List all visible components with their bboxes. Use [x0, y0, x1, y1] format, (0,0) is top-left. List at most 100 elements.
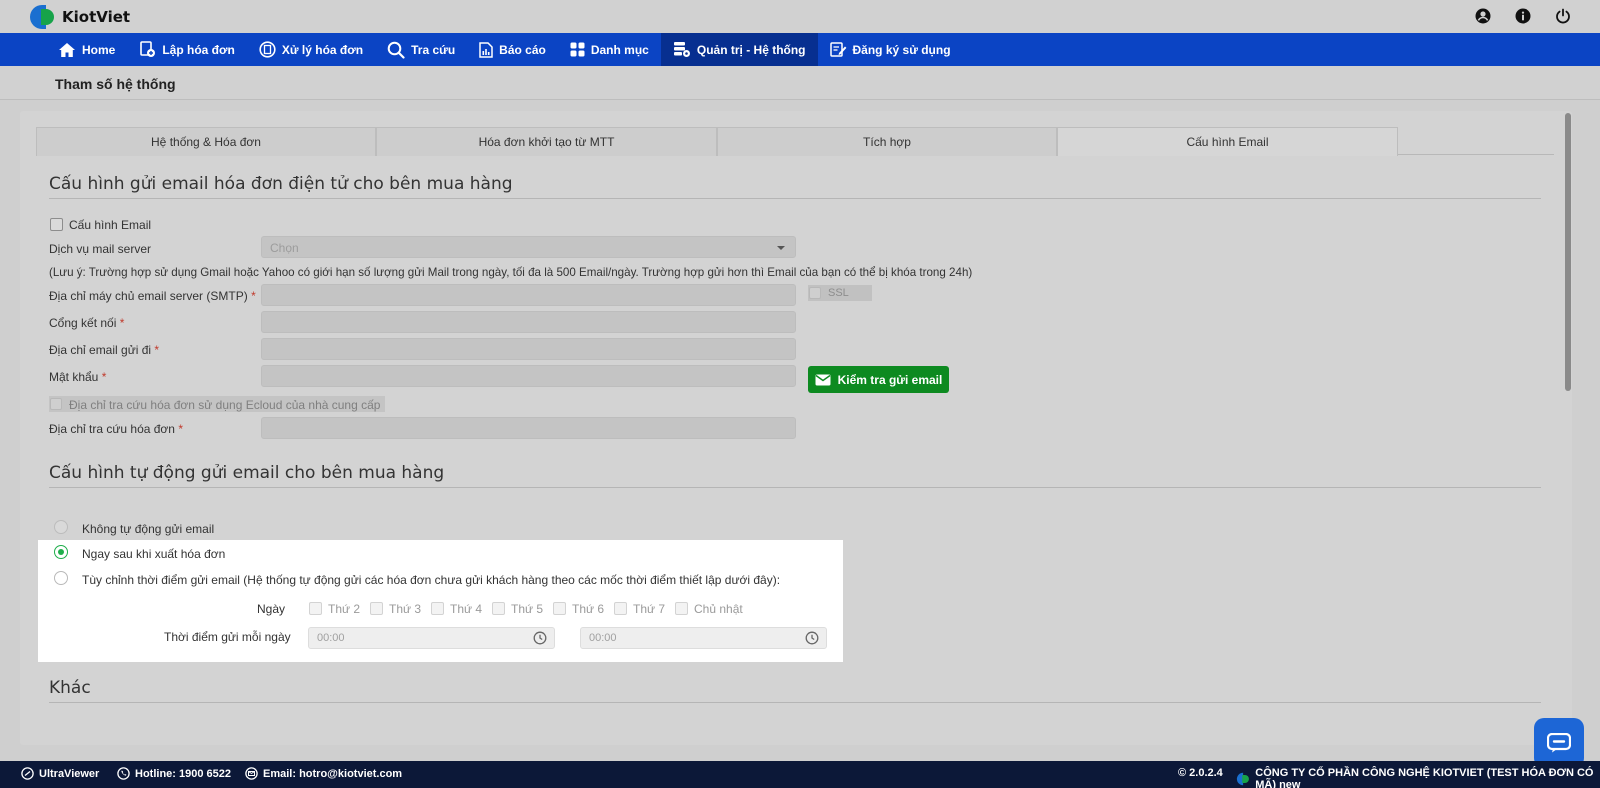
mail-limit-note: (Lưu ý: Trường hợp sử dụng Gmail hoặc Ya…: [49, 266, 973, 279]
day-checkbox-wed[interactable]: [431, 602, 444, 615]
page-title: Tham số hệ thống: [55, 76, 176, 92]
nav-lookup[interactable]: Tra cứu: [375, 33, 467, 66]
radio-send-after-issue-label: Ngay sau khi xuất hóa đơn: [82, 547, 226, 561]
time-picker-1-placeholder: 00:00: [317, 632, 345, 644]
password-input[interactable]: [261, 365, 796, 387]
user-account-icon[interactable]: [1474, 7, 1492, 25]
mail-service-select[interactable]: Chọn: [261, 236, 796, 258]
footer-ultraviewer[interactable]: UltraViewer: [21, 767, 99, 780]
tab-mtt-invoice[interactable]: Hóa đơn khởi tạo từ MTT: [376, 127, 717, 156]
page-header: Tham số hệ thống: [0, 66, 1600, 100]
ecloud-lookup-label: Địa chỉ tra cứu hóa đơn sử dụng Ecloud c…: [69, 398, 381, 412]
day-checkbox-sat[interactable]: [614, 602, 627, 615]
tab-integration[interactable]: Tích hợp: [717, 127, 1057, 156]
settings-tabs: Hệ thống & Hóa đơn Hóa đơn khởi tạo từ M…: [36, 127, 1554, 156]
nav-catalog[interactable]: Danh mục: [558, 33, 661, 66]
top-bar: KiotViet: [0, 0, 1600, 33]
nav-home[interactable]: Home: [46, 33, 127, 66]
radio-custom-schedule[interactable]: [54, 571, 68, 585]
power-logout-icon[interactable]: [1554, 7, 1572, 25]
day-label-wed: Thứ 4: [450, 602, 483, 616]
nav-create-invoice-label: Lập hóa đơn: [162, 42, 235, 57]
nav-process-invoice-label: Xử lý hóa đơn: [281, 42, 364, 57]
nav-reports[interactable]: Báo cáo: [467, 33, 558, 66]
nav-register[interactable]: Đăng ký sử dụng: [818, 33, 963, 66]
ssl-label: SSL: [828, 287, 849, 299]
footer-email[interactable]: Email: hotro@kiotviet.com: [245, 767, 402, 780]
clock-icon: [533, 631, 547, 645]
smtp-label: Địa chỉ máy chủ email server (SMTP) *: [49, 289, 256, 303]
radio-send-after-issue[interactable]: [54, 545, 68, 559]
day-checkbox-sun[interactable]: [675, 602, 688, 615]
ecloud-lookup-checkbox[interactable]: [50, 398, 62, 410]
day-checkbox-mon[interactable]: [309, 602, 322, 615]
info-icon[interactable]: [1514, 7, 1532, 25]
send-time-label: Thời điểm gửi mỗi ngày: [164, 630, 291, 644]
nav-process-invoice[interactable]: Xử lý hóa đơn: [247, 33, 375, 66]
day-label-tue: Thứ 3: [389, 602, 422, 616]
nav-create-invoice[interactable]: Lập hóa đơn: [127, 33, 247, 66]
port-input[interactable]: [261, 311, 796, 333]
day-checkbox-fri[interactable]: [553, 602, 566, 615]
ssl-checkbox[interactable]: [809, 287, 821, 299]
kiotviet-logo-icon: [30, 5, 56, 29]
search-icon: [387, 41, 405, 59]
time-picker-1[interactable]: 00:00: [308, 627, 555, 649]
report-icon: [479, 41, 493, 58]
scrollbar-thumb[interactable]: [1565, 113, 1571, 391]
tab-system-invoice-label: Hệ thống & Hóa đơn: [151, 135, 261, 149]
main-navigation: Home Lập hóa đơn Xử lý hóa đơn Tra cứu B…: [0, 33, 1600, 66]
vertical-scrollbar[interactable]: [1565, 113, 1571, 741]
nav-catalog-label: Danh mục: [590, 42, 649, 57]
day-label-thu: Thứ 5: [511, 602, 544, 616]
tab-integration-label: Tích hợp: [863, 135, 911, 149]
smtp-input[interactable]: [261, 284, 796, 306]
required-mark: *: [154, 343, 160, 357]
home-icon: [59, 42, 75, 57]
sender-email-label-text: Địa chỉ email gửi đi: [49, 343, 152, 357]
auto-send-section-title: Cấu hình tự động gửi email cho bên mua h…: [49, 463, 445, 483]
tab-system-invoice[interactable]: Hệ thống & Hóa đơn: [36, 127, 376, 156]
footer-company-label: CÔNG TY CỔ PHẦN CÔNG NGHỆ KIOTVIET (TEST…: [1255, 767, 1594, 788]
chevron-down-icon: [777, 246, 785, 250]
admin-icon: [673, 42, 690, 57]
sender-email-input[interactable]: [261, 338, 796, 360]
day-label-fri: Thứ 6: [572, 602, 605, 616]
footer-hotline[interactable]: Hotline: 1900 6522: [117, 767, 231, 780]
email-config-section-title: Cấu hình gửi email hóa đơn điện tử cho b…: [49, 174, 513, 194]
tab-email-config-label: Cấu hình Email: [1186, 135, 1269, 149]
test-email-button[interactable]: Kiểm tra gửi email: [808, 366, 949, 393]
tab-mtt-invoice-label: Hóa đơn khởi tạo từ MTT: [478, 135, 615, 149]
radio-no-auto-send[interactable]: [54, 520, 68, 534]
nav-lookup-label: Tra cứu: [411, 42, 456, 57]
time-picker-2[interactable]: 00:00: [580, 627, 827, 649]
add-invoice-icon: [140, 41, 156, 57]
kiotviet-logo[interactable]: KiotViet: [30, 4, 130, 30]
radio-no-auto-send-label: Không tự động gửi email: [82, 522, 215, 536]
password-label: Mật khẩu *: [49, 370, 106, 384]
required-mark: *: [251, 289, 256, 303]
port-label: Cổng kết nối *: [49, 316, 124, 330]
tab-email-config[interactable]: Cấu hình Email: [1057, 127, 1398, 156]
footer: UltraViewer Hotline: 1900 6522 Email: ho…: [0, 761, 1600, 788]
lookup-address-input[interactable]: [261, 417, 796, 439]
radio-custom-schedule-label: Tùy chỉnh thời điểm gửi email (Hệ thống …: [82, 573, 781, 587]
day-checkbox-tue[interactable]: [370, 602, 383, 615]
nav-home-label: Home: [82, 42, 116, 57]
nav-system-admin[interactable]: Quản trị - Hệ thống: [660, 33, 818, 66]
nav-reports-label: Báo cáo: [499, 42, 546, 57]
enable-email-checkbox[interactable]: [50, 218, 63, 231]
footer-hotline-label: Hotline: 1900 6522: [135, 767, 231, 780]
kiotviet-logo-icon: [1236, 772, 1249, 786]
mail-service-placeholder: Chọn: [270, 241, 299, 255]
lookup-address-label-text: Địa chỉ tra cứu hóa đơn: [49, 422, 175, 436]
day-checkbox-thu[interactable]: [492, 602, 505, 615]
footer-version: © 2.0.2.4: [1178, 767, 1223, 779]
password-label-text: Mật khẩu: [49, 370, 99, 384]
day-label-sat: Thứ 7: [633, 602, 666, 616]
smtp-label-text: Địa chỉ máy chủ email server (SMTP): [49, 289, 248, 303]
section-divider: [49, 198, 1541, 199]
category-icon: [570, 42, 585, 57]
port-label-text: Cổng kết nối: [49, 316, 117, 330]
email-icon: [245, 767, 258, 780]
